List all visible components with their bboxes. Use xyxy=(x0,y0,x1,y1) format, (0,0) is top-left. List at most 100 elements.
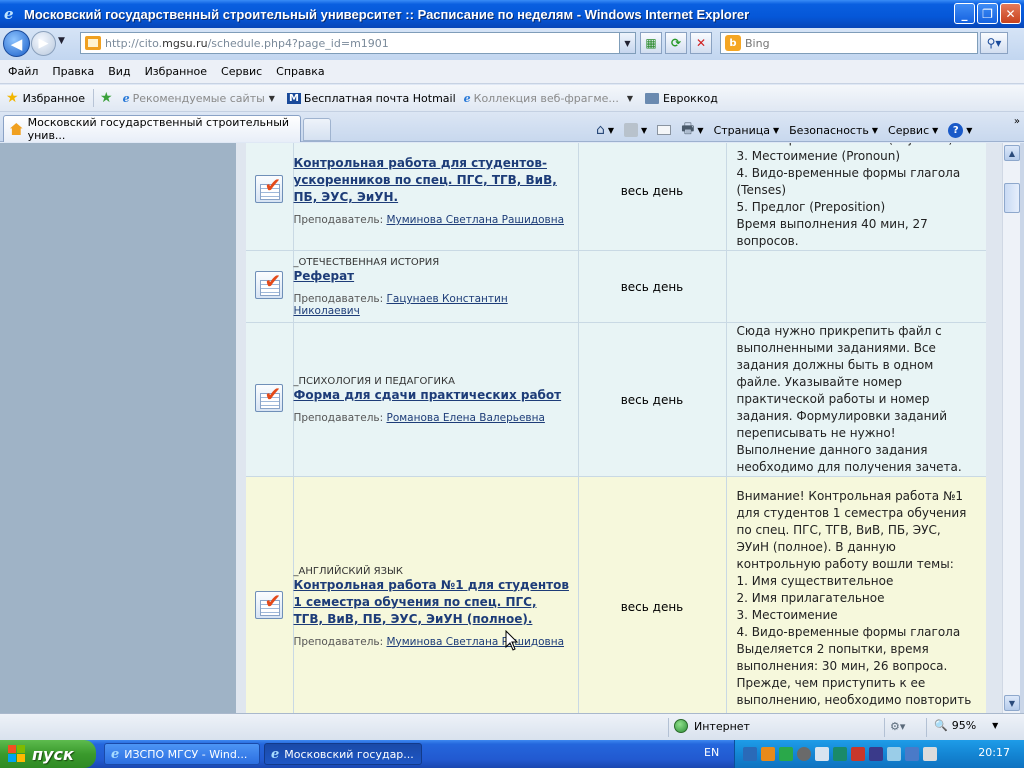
ie-logo-icon: e xyxy=(4,5,14,23)
tray-app-icon[interactable] xyxy=(887,747,901,761)
menu-view[interactable]: Вид xyxy=(108,65,130,78)
favorites-button[interactable]: ★ Избранное xyxy=(6,90,85,106)
menu-help[interactable]: Справка xyxy=(276,65,324,78)
task-title-link[interactable]: Реферат xyxy=(294,268,570,285)
task-title-link[interactable]: Контрольная работа №1 для студентов 1 се… xyxy=(294,577,570,628)
fav-evrokod[interactable]: Евроккод xyxy=(645,92,718,105)
new-tab-button[interactable] xyxy=(303,118,331,141)
task-time: весь день xyxy=(578,250,727,323)
maximize-button[interactable]: ❐ xyxy=(977,3,998,24)
task-icon-cell: ✔ xyxy=(246,322,294,477)
description-line: Прежде, чем приступить к ее выполнению, … xyxy=(736,675,972,714)
teacher-link[interactable]: Муминова Светлана Рашидовна xyxy=(386,214,564,226)
start-label: пуск xyxy=(32,744,74,764)
tray-app-icon[interactable] xyxy=(905,747,919,761)
task-time: весь день xyxy=(578,476,727,713)
task-title-link[interactable]: Форма для сдачи практических работ xyxy=(294,387,570,404)
home-button[interactable]: ⌂ ▼ xyxy=(596,122,614,138)
page-menu[interactable]: Страница ▼ xyxy=(714,124,780,137)
menu-favorites[interactable]: Избранное xyxy=(145,65,207,78)
tray-app-icon[interactable] xyxy=(743,747,757,761)
clock[interactable]: 20:17 xyxy=(978,746,1010,759)
window-controls: _ ❐ ✕ xyxy=(954,3,1021,24)
address-dropdown-icon[interactable]: ▼ xyxy=(619,33,635,53)
window-right-edge xyxy=(1020,143,1024,713)
window-titlebar[interactable]: e Московский государственный строительны… xyxy=(0,0,1024,28)
mouse-cursor-icon xyxy=(505,630,519,651)
description-line: Внимание! Контрольная работа №1 для студ… xyxy=(736,488,967,571)
tools-menu[interactable]: Сервис ▼ xyxy=(888,124,938,137)
stop-icon[interactable]: ✕ xyxy=(690,32,712,54)
tray-app-icon[interactable] xyxy=(833,747,847,761)
language-indicator[interactable]: EN xyxy=(704,746,719,759)
scroll-up-icon[interactable]: ▲ xyxy=(1004,145,1020,161)
schedule-row: ✔ _ПСИХОЛОГИЯ И ПЕДАГОГИКА Форма для сдачи… xyxy=(246,322,987,477)
help-button[interactable]: ? ▼ xyxy=(948,122,972,138)
schedule-table: ✔ Контрольная работа для студентов-ускоре… xyxy=(246,143,987,713)
fav-hotmail[interactable]: M Бесплатная почта Hotmail xyxy=(286,92,456,105)
ie-icon: e xyxy=(463,91,471,105)
feeds-button[interactable]: ▼ xyxy=(624,123,647,137)
description-line: 4. Видо-временные формы глагола (Tenses) xyxy=(736,166,961,197)
search-box[interactable]: b xyxy=(720,32,978,54)
home-icon: ⌂ xyxy=(596,122,605,138)
search-button[interactable]: ⚲▾ xyxy=(980,32,1008,54)
security-zone[interactable]: Интернет xyxy=(674,719,750,733)
minimize-button[interactable]: _ xyxy=(954,3,975,24)
teacher-label: Преподаватель: xyxy=(293,635,384,648)
teacher-link[interactable]: Муминова Светлана Рашидовна xyxy=(386,636,564,648)
search-input[interactable] xyxy=(745,36,945,50)
tray-app-icon[interactable] xyxy=(779,747,793,761)
taskbar-window-mgsu[interactable]: e Московский государ... xyxy=(264,743,422,765)
ie-icon: e xyxy=(271,746,280,762)
address-bar[interactable]: http://cito.mgsu.ru/schedule.php4?page_i… xyxy=(80,32,636,54)
zoom-control[interactable]: 🔍 95% ▼ xyxy=(934,719,998,732)
back-button[interactable]: ◀ xyxy=(3,30,30,57)
scroll-thumb[interactable] xyxy=(1004,183,1020,213)
safety-menu[interactable]: Безопасность ▼ xyxy=(789,124,878,137)
tray-app-icon[interactable] xyxy=(869,747,883,761)
favorites-label: Избранное xyxy=(22,91,86,105)
mail-icon xyxy=(657,125,672,135)
tray-app-icon[interactable] xyxy=(797,747,811,761)
history-dropdown-icon[interactable]: ▼ xyxy=(58,36,65,46)
tray-app-icon[interactable] xyxy=(761,747,775,761)
compatibility-view-icon[interactable]: ▦ xyxy=(640,32,662,54)
start-button[interactable]: пуск xyxy=(0,740,96,768)
toolbar-overflow-icon[interactable]: » xyxy=(1014,116,1020,127)
assignment-icon[interactable]: ✔ xyxy=(254,174,283,203)
tray-app-icon[interactable] xyxy=(851,747,865,761)
fav-web-slices[interactable]: e Коллекция веб-фрагме... ▼ xyxy=(464,92,633,105)
assignment-icon[interactable]: ✔ xyxy=(254,383,283,412)
volume-icon[interactable] xyxy=(923,747,937,761)
menu-tools[interactable]: Сервис xyxy=(221,65,262,78)
tray-app-icon[interactable] xyxy=(815,747,829,761)
task-title-link[interactable]: Контрольная работа для студентов-ускорен… xyxy=(294,155,570,206)
assignment-icon[interactable]: ✔ xyxy=(254,270,283,299)
refresh-icon[interactable]: ⟳ xyxy=(665,32,687,54)
favorites-bar: ★ Избранное ★ e Рекомендуемые сайты ▼ M … xyxy=(0,85,1024,112)
zoom-icon: 🔍 xyxy=(934,719,948,732)
description-line: Сюда нужно прикрепить файл с выполненным… xyxy=(736,324,962,474)
address-url[interactable]: http://cito.mgsu.ru/schedule.php4?page_i… xyxy=(105,37,389,50)
menu-edit[interactable]: Правка xyxy=(52,65,94,78)
fav-suggested-sites[interactable]: e Рекомендуемые сайты ▼ xyxy=(123,92,275,105)
page-favicon-icon xyxy=(85,36,101,50)
vertical-scrollbar[interactable]: ▲ ▼ xyxy=(1002,143,1020,713)
read-mail-button[interactable] xyxy=(657,125,672,135)
teacher-link[interactable]: Романова Елена Валерьевна xyxy=(386,412,544,424)
schedule-row: ✔ Контрольная работа для студентов-ускоре… xyxy=(246,143,987,251)
help-icon: ? xyxy=(948,122,964,138)
taskbar-window-izspo[interactable]: e ИЗСПО МГСУ - Wind... xyxy=(104,743,260,765)
menu-file[interactable]: Файл xyxy=(8,65,38,78)
favorites-divider xyxy=(93,89,95,107)
task-icon-cell: ✔ xyxy=(246,250,294,323)
forward-button[interactable]: ▶ xyxy=(31,31,56,56)
tab-mgsu[interactable]: Московский государственный строительный … xyxy=(3,115,301,142)
add-favorite-button[interactable]: ★ xyxy=(100,90,117,106)
close-button[interactable]: ✕ xyxy=(1000,3,1021,24)
print-button[interactable]: 🖶 ▼ xyxy=(681,118,703,142)
protected-mode-icon[interactable]: ⚙▾ xyxy=(890,720,905,733)
assignment-icon[interactable]: ✔ xyxy=(254,590,283,619)
scroll-down-icon[interactable]: ▼ xyxy=(1004,695,1020,711)
